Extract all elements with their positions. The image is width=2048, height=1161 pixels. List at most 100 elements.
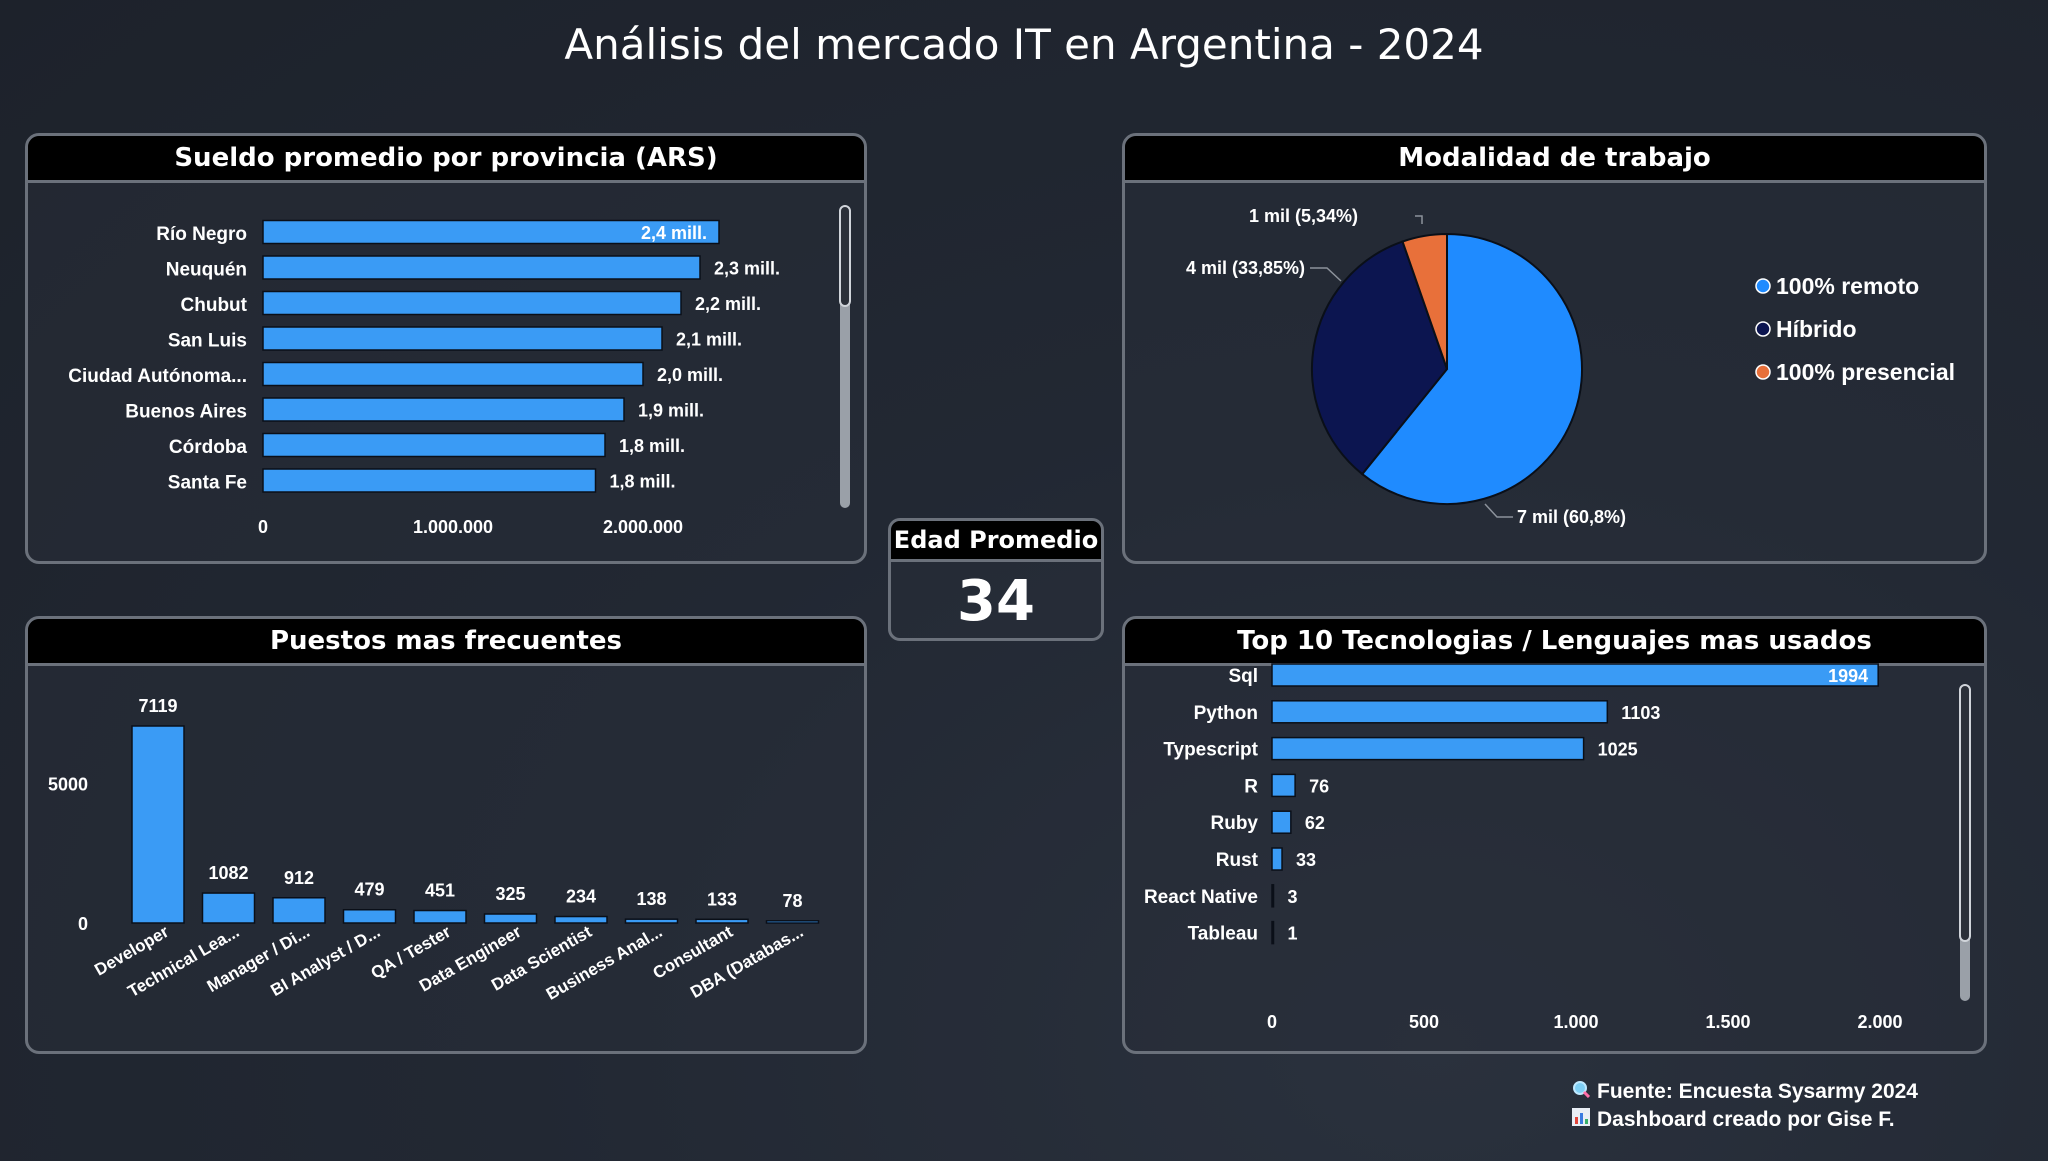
- bar: [695, 918, 749, 924]
- x-tick-label: 1.000: [1553, 1012, 1598, 1032]
- bar: [262, 290, 682, 316]
- legend-marker: [1755, 321, 1771, 337]
- category-label: Santa Fe: [168, 473, 247, 494]
- kpi-card: Edad Promedio 34: [888, 518, 1104, 641]
- bar: [262, 255, 701, 280]
- data-label: 2,2 mill.: [695, 294, 761, 314]
- bar: [131, 725, 185, 924]
- data-label: 7119: [138, 696, 177, 716]
- category-label: Python: [1194, 703, 1258, 724]
- x-tick-label: 0: [258, 517, 268, 537]
- data-label: 1082: [208, 863, 248, 883]
- legend-label: Híbrido: [1776, 316, 1857, 342]
- footer: Fuente: Encuesta Sysarmy 2024 Dashboard …: [1571, 1078, 1918, 1134]
- puestos-chart: 500007119Developer1082Technical Lea...91…: [48, 696, 820, 1004]
- data-label: 1103: [1621, 703, 1660, 723]
- data-label: 1994: [1828, 666, 1868, 686]
- data-label: 3: [1288, 887, 1298, 907]
- slice-label: 7 mil (60,8%): [1517, 507, 1626, 527]
- category-label: San Luis: [168, 331, 247, 352]
- page-title: Análisis del mercado IT en Argentina - 2…: [564, 20, 1484, 69]
- modalidad-chart: 7 mil (60,8%) 4 mil (33,85%) 1 mil (5,34%)…: [1186, 206, 1955, 527]
- legend-label: 100% remoto: [1776, 273, 1919, 299]
- data-label: 2,1 mill.: [676, 330, 742, 350]
- bar: [262, 397, 625, 422]
- data-label: 451: [425, 881, 455, 901]
- scrollbar-thumb[interactable]: [839, 205, 851, 307]
- category-label: Córdoba: [169, 437, 248, 458]
- bar: [413, 909, 467, 924]
- category-label: Chubut: [181, 295, 248, 316]
- x-tick-label: 1.500: [1705, 1012, 1750, 1032]
- footer-credit: Dashboard creado por Gise F.: [1597, 1108, 1895, 1131]
- data-label: 1,9 mill.: [638, 401, 704, 421]
- category-label: R: [1244, 776, 1258, 797]
- category-label: Neuquén: [166, 260, 247, 281]
- bar: [1271, 810, 1292, 834]
- legend-marker: [1755, 278, 1771, 294]
- data-label: 479: [354, 880, 384, 900]
- x-tick-label: 500: [1409, 1012, 1439, 1032]
- bar: [262, 361, 644, 387]
- x-tick-label: 1.000.000: [413, 517, 493, 537]
- data-label: 133: [707, 889, 737, 909]
- category-label: Tableau: [1188, 924, 1258, 945]
- data-label: 1,8 mill.: [610, 472, 676, 492]
- bar: [1271, 847, 1283, 871]
- bar: [342, 908, 397, 924]
- data-label: 234: [566, 887, 596, 907]
- footer-source-line: Fuente: Encuesta Sysarmy 2024: [1571, 1078, 1918, 1106]
- bar: [624, 918, 679, 924]
- data-label: 912: [284, 868, 314, 888]
- footer-source: Fuente: Encuesta Sysarmy 2024: [1597, 1080, 1918, 1103]
- legend-marker: [1755, 364, 1771, 380]
- x-tick-label: 2.000.000: [603, 517, 683, 537]
- magnifier-icon: [1571, 1078, 1591, 1106]
- data-label: 1,8 mill.: [619, 436, 685, 456]
- modalidad-panel: Modalidad de trabajo 7 mil (60,8%) 4 mil …: [1122, 133, 1987, 564]
- legend-label: 100% presencial: [1776, 359, 1955, 385]
- scrollbar-thumb[interactable]: [1959, 684, 1971, 942]
- data-label: 2,0 mill.: [657, 365, 723, 385]
- leader-line: [1484, 503, 1513, 518]
- category-label: Business Anal...: [543, 922, 666, 1004]
- category-label: React Native: [1144, 887, 1258, 908]
- x-tick-label: 2.000: [1857, 1012, 1902, 1032]
- data-label: 1025: [1598, 740, 1638, 760]
- bar: [554, 915, 608, 924]
- data-label: 138: [636, 889, 666, 909]
- category-label: Rust: [1216, 850, 1259, 871]
- slice-label: 4 mil (33,85%): [1186, 258, 1305, 278]
- bar: [201, 892, 256, 924]
- leader-line: [1310, 267, 1342, 282]
- bar: [272, 897, 326, 924]
- data-label: 62: [1305, 813, 1325, 833]
- tecnologias-panel: Top 10 Tecnologias / Lenguajes mas usado…: [1122, 616, 1987, 1054]
- tecnologias-chart: Sql 1994 Python 1103 Typescript 1025 R 76 Ruby 62…: [1144, 663, 1971, 1032]
- data-label: 33: [1296, 850, 1316, 870]
- salary-panel: Sueldo promedio por provincia (ARS) Río …: [25, 133, 867, 564]
- bar: [765, 920, 820, 924]
- bar: [1271, 884, 1275, 908]
- slice-label: 1 mil (5,34%): [1249, 206, 1358, 226]
- bar: [483, 913, 538, 924]
- data-label: 2,4 mill.: [641, 223, 707, 243]
- bar-chart-icon: [1571, 1106, 1591, 1134]
- bar: [262, 468, 597, 493]
- bar: [1271, 920, 1275, 945]
- salary-chart: Río Negro 2,4 mill. Neuquén 2,3 mill. Chubut…: [68, 205, 851, 537]
- bar: [1271, 663, 1879, 687]
- bar: [1271, 736, 1585, 761]
- data-label: 325: [495, 884, 525, 904]
- kpi-title: Edad Promedio: [891, 521, 1101, 562]
- category-label: Ciudad Autónoma...: [68, 366, 247, 387]
- y-tick-label: 5000: [48, 775, 88, 795]
- category-label: Sql: [1228, 666, 1258, 687]
- data-label: 78: [782, 891, 802, 911]
- category-label: Buenos Aires: [125, 402, 247, 423]
- data-label: 2,3 mill.: [714, 259, 780, 279]
- footer-credit-line: Dashboard creado por Gise F.: [1571, 1106, 1918, 1134]
- bar: [262, 326, 663, 351]
- y-tick-label: 0: [78, 914, 88, 934]
- bar: [1271, 773, 1296, 798]
